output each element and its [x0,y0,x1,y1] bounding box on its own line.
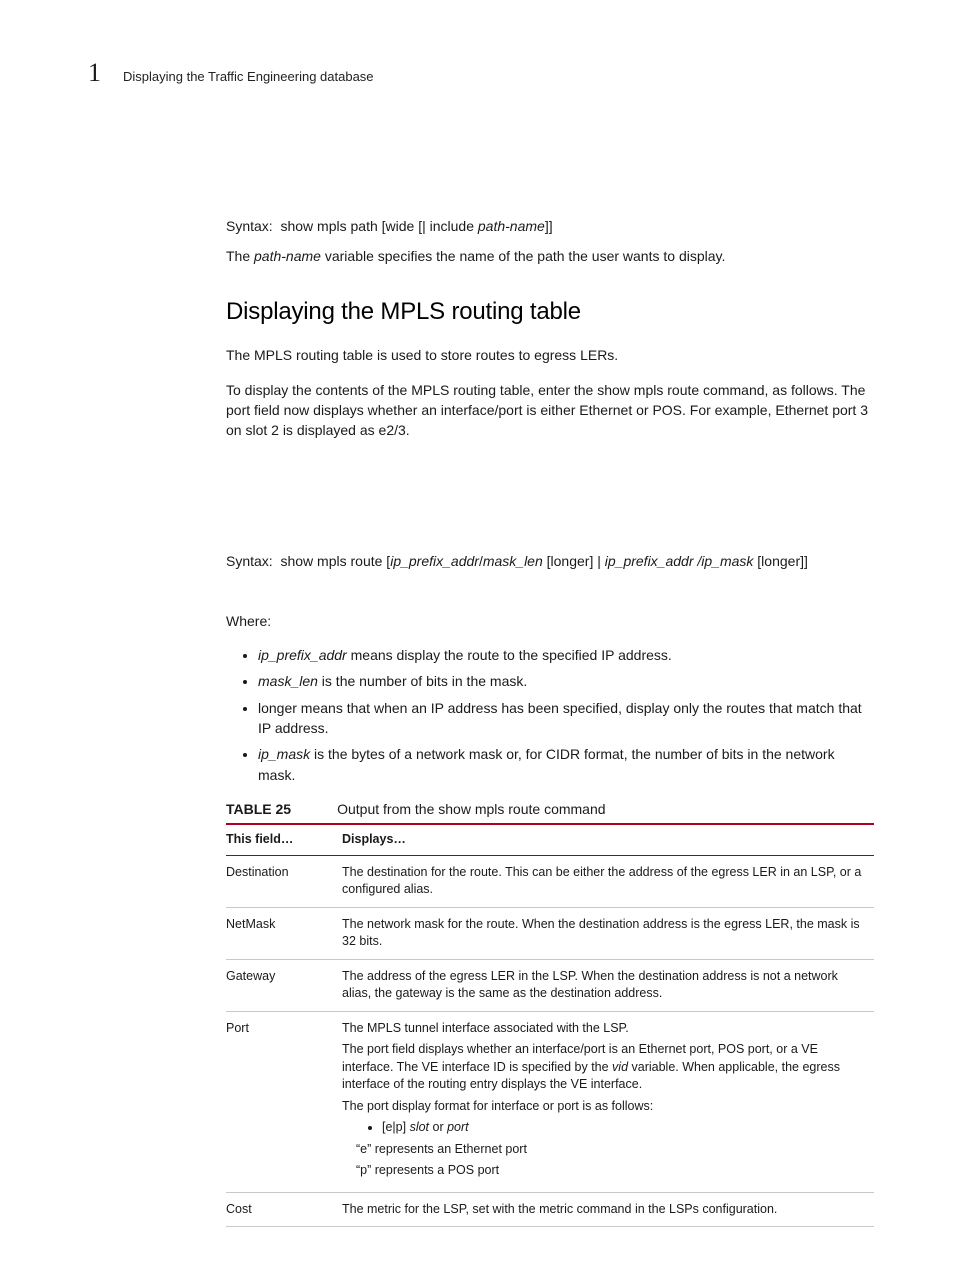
paragraph: To display the contents of the MPLS rout… [226,380,874,441]
inline-var: mask_len [483,553,543,569]
field-desc: The address of the egress LER in the LSP… [342,959,874,1011]
table-header: Displays… [342,824,874,855]
where-bullets: ip_prefix_addr means display the route t… [226,645,874,785]
field-name: NetMask [226,907,342,959]
paragraph: The path-name variable specifies the nam… [226,246,874,266]
syntax-text: ]] [545,218,553,234]
paragraph: The MPLS routing table is used to store … [226,345,874,365]
table-caption-text: Output from the show mpls route command [337,801,605,817]
syntax-prefix: Syntax: [226,553,273,569]
list-item: ip_prefix_addr means display the route t… [258,645,874,665]
page: 1 Displaying the Traffic Engineering dat… [0,0,954,1287]
list-item: mask_len is the number of bits in the ma… [258,671,874,691]
field-name: Port [226,1011,342,1192]
field-name: Destination [226,855,342,907]
table-caption: TABLE 25 Output from the show mpls route … [226,799,874,819]
field-name: Gateway [226,959,342,1011]
spacer [226,581,874,611]
syntax-var: path-name [478,218,545,234]
section-heading: Displaying the MPLS routing table [226,295,874,330]
field-desc: The network mask for the route. When the… [342,907,874,959]
running-header: 1 Displaying the Traffic Engineering dat… [88,60,894,86]
field-desc: The metric for the LSP, set with the met… [342,1192,874,1227]
spacer [226,455,874,551]
syntax-prefix: Syntax: [226,218,273,234]
list-item: ip_mask is the bytes of a network mask o… [258,744,874,785]
field-name: Cost [226,1192,342,1227]
table-label: TABLE 25 [226,801,291,817]
syntax-line-2: Syntax: show mpls route [ip_prefix_addr/… [226,551,874,571]
syntax-line-1: Syntax: show mpls path [wide [| include … [226,216,874,236]
table-row: Gateway The address of the egress LER in… [226,959,874,1011]
field-desc: The destination for the route. This can … [342,855,874,907]
inline-var: path-name [254,248,321,264]
table-header: This field… [226,824,342,855]
inline-var: ip_prefix_addr /ip_mask [605,553,754,569]
field-desc: The MPLS tunnel interface associated wit… [342,1011,874,1192]
syntax-text: show mpls path [wide [| include [280,218,477,234]
where-label: Where: [226,611,874,631]
list-item: longer means that when an IP address has… [258,698,874,739]
table-row: Destination The destination for the rout… [226,855,874,907]
content-column: Syntax: show mpls path [wide [| include … [226,216,874,1227]
output-fields-table: This field… Displays… Destination The de… [226,823,874,1227]
table-row: Port The MPLS tunnel interface associate… [226,1011,874,1192]
inline-var: ip_prefix_addr [390,553,479,569]
chapter-number: 1 [88,60,101,86]
table-row: Cost The metric for the LSP, set with th… [226,1192,874,1227]
running-title: Displaying the Traffic Engineering datab… [123,69,374,84]
list-item: [e|p] slot or port [382,1119,868,1137]
table-header-row: This field… Displays… [226,824,874,855]
table-row: NetMask The network mask for the route. … [226,907,874,959]
